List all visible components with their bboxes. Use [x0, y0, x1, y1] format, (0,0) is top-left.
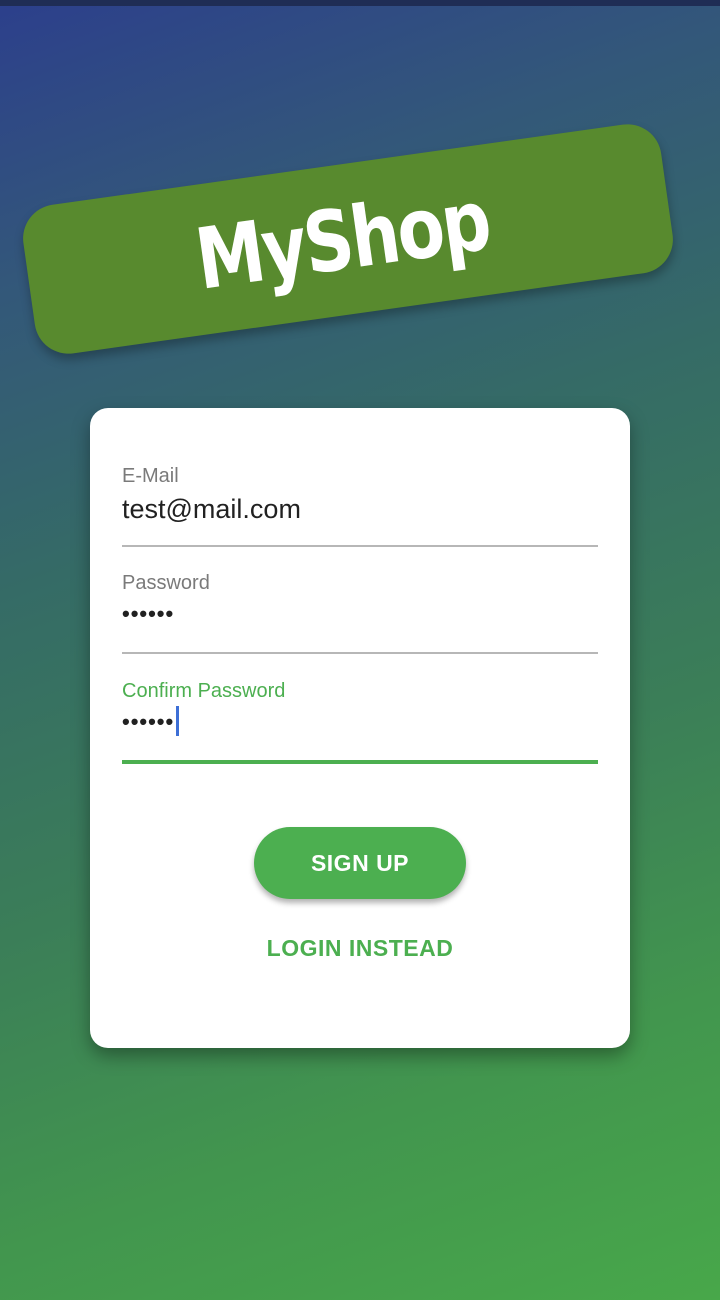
password-label: Password: [122, 572, 210, 594]
login-instead-button[interactable]: LOGIN INSTEAD: [210, 928, 510, 968]
password-input[interactable]: ••••••: [122, 599, 598, 633]
email-label: E-Mail: [122, 465, 179, 487]
confirm-password-value: ••••••: [122, 709, 175, 734]
confirm-password-input[interactable]: ••••••: [122, 706, 598, 741]
text-cursor: [176, 706, 180, 737]
auth-screen: MyShop E-Mail test@mail.com Password •••…: [0, 0, 720, 1308]
navigation-bar: [0, 1300, 720, 1308]
logo-banner: MyShop: [18, 119, 678, 359]
password-underline: [122, 652, 598, 654]
confirm-password-label: Confirm Password: [122, 680, 286, 702]
email-underline: [122, 545, 598, 547]
password-field[interactable]: Password ••••••: [122, 571, 598, 655]
status-bar: [0, 0, 720, 6]
email-field[interactable]: E-Mail test@mail.com: [122, 464, 598, 548]
email-input[interactable]: test@mail.com: [122, 492, 598, 526]
auth-card: E-Mail test@mail.com Password •••••• Con…: [90, 408, 630, 1048]
confirm-password-underline: [122, 760, 598, 764]
app-logo-text: MyShop: [189, 170, 495, 309]
confirm-password-field[interactable]: Confirm Password ••••••: [122, 679, 598, 765]
signup-button[interactable]: SIGN UP: [254, 827, 466, 899]
